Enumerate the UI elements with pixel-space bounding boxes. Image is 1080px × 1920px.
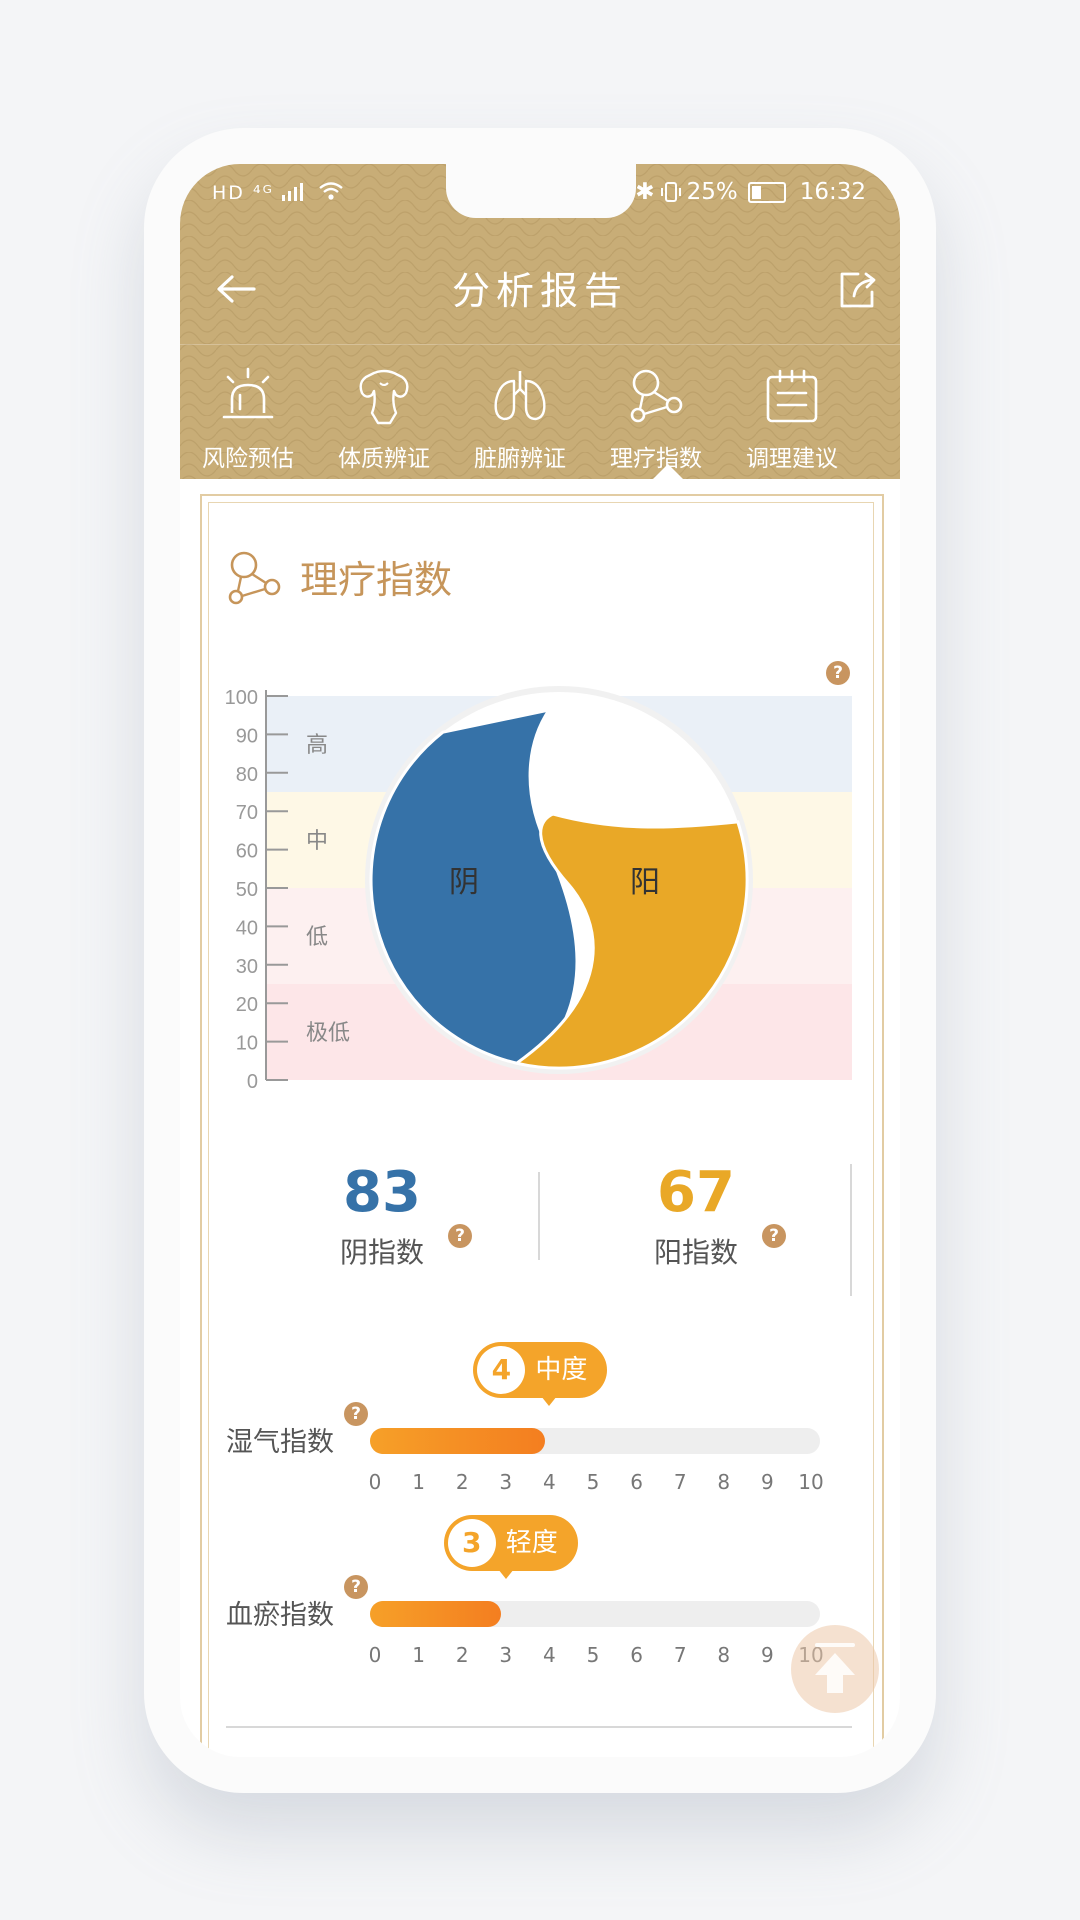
scale-tick-label: 10 [798, 1470, 824, 1494]
scale-tick-label: 8 [717, 1643, 731, 1667]
scale-tick-label: 2 [455, 1470, 469, 1494]
scale-tick-label: 3 [499, 1643, 513, 1667]
y-tick-label: 80 [236, 764, 258, 786]
scale-tick-label: 4 [543, 1643, 556, 1667]
y-tick-label: 40 [236, 917, 258, 939]
dampness-level-badge: 4 中度 [473, 1342, 608, 1406]
stasis-track [370, 1601, 820, 1627]
y-tick-label: 100 [225, 687, 258, 709]
score-divider [850, 1164, 852, 1296]
scale-tick-label: 1 [412, 1470, 425, 1494]
yang-score: 67 阳指数 [596, 1161, 796, 1271]
badge-pointer [541, 1396, 558, 1406]
stasis-level-badge: 3 轻度 [443, 1515, 578, 1579]
badge-pointer [497, 1569, 514, 1579]
yin-help-icon[interactable]: ? [448, 1224, 472, 1248]
stasis-help-icon[interactable]: ? [344, 1575, 368, 1599]
dampness-level-text: 中度 [535, 1355, 588, 1385]
scale-tick-label: 0 [368, 1643, 382, 1667]
stasis-fill [370, 1601, 501, 1627]
scale-tick-label: 3 [499, 1470, 513, 1494]
yang-help-icon[interactable]: ? [762, 1224, 786, 1248]
scale-tick-label: 2 [455, 1643, 469, 1667]
scale-tick-label: 9 [761, 1470, 774, 1494]
dampness-level-value: 4 [477, 1346, 526, 1394]
dampness-fill [370, 1428, 545, 1454]
y-tick-label: 60 [236, 841, 258, 863]
back-to-top-icon [815, 1643, 855, 1693]
yin-yang-chart: 高中低极低1009080706050403020100阴阳 [225, 686, 852, 1093]
dampness-label: 湿气指数 [226, 1427, 334, 1458]
yang-label: 阳 [630, 866, 660, 899]
band-label: 极低 [306, 1020, 350, 1045]
section-divider [226, 1726, 852, 1728]
y-tick-label: 70 [236, 802, 258, 824]
score-divider [538, 1172, 540, 1260]
scale-tick-label: 7 [673, 1470, 687, 1494]
scale-tick-label: 6 [630, 1643, 643, 1667]
dampness-scale: 0 1 2 3 4 5 6 7 8 9 10 [369, 1470, 824, 1496]
scale-tick-label: 4 [543, 1470, 556, 1494]
scale-tick-label: 0 [368, 1470, 382, 1494]
stasis-level-value: 3 [447, 1519, 496, 1567]
y-tick-label: 90 [236, 725, 258, 747]
scale-tick-label: 5 [586, 1643, 600, 1667]
yang-score-value: 67 [657, 1160, 735, 1225]
y-tick-label: 30 [236, 956, 258, 978]
y-tick-label: 10 [236, 1033, 258, 1055]
y-tick-label: 20 [236, 994, 258, 1016]
stasis-scale: 012345678910 [369, 1643, 824, 1669]
dampness-help-icon[interactable]: ? [344, 1402, 368, 1426]
scale-tick-label: 5 [586, 1470, 600, 1494]
stasis-level-text: 轻度 [505, 1528, 558, 1558]
scale-tick-label: 6 [630, 1470, 643, 1494]
chart-help-icon[interactable]: ? [826, 661, 850, 685]
scale-tick-label: 1 [412, 1643, 425, 1667]
yin-score-value: 83 [343, 1160, 421, 1225]
back-to-top-button[interactable] [791, 1625, 879, 1713]
band-label: 高 [306, 732, 328, 757]
band-label: 中 [306, 828, 328, 853]
yin-label: 阴 [449, 866, 479, 899]
app-screen: HD ⁴ᴳ ✱ 25% 16:32 分析报告 风险预估 体质辨证 脏腑辨证 理疗… [180, 164, 900, 1757]
scale-tick-label: 8 [717, 1470, 731, 1494]
band-label: 低 [306, 924, 328, 949]
scale-tick-label: 9 [761, 1643, 774, 1667]
stasis-label: 血瘀指数 [226, 1600, 334, 1631]
dampness-track [370, 1428, 820, 1454]
scale-tick-label: 7 [673, 1643, 687, 1667]
y-tick-label: 0 [247, 1071, 258, 1093]
yin-score: 83 阴指数 [282, 1161, 482, 1271]
y-tick-label: 50 [236, 879, 258, 901]
